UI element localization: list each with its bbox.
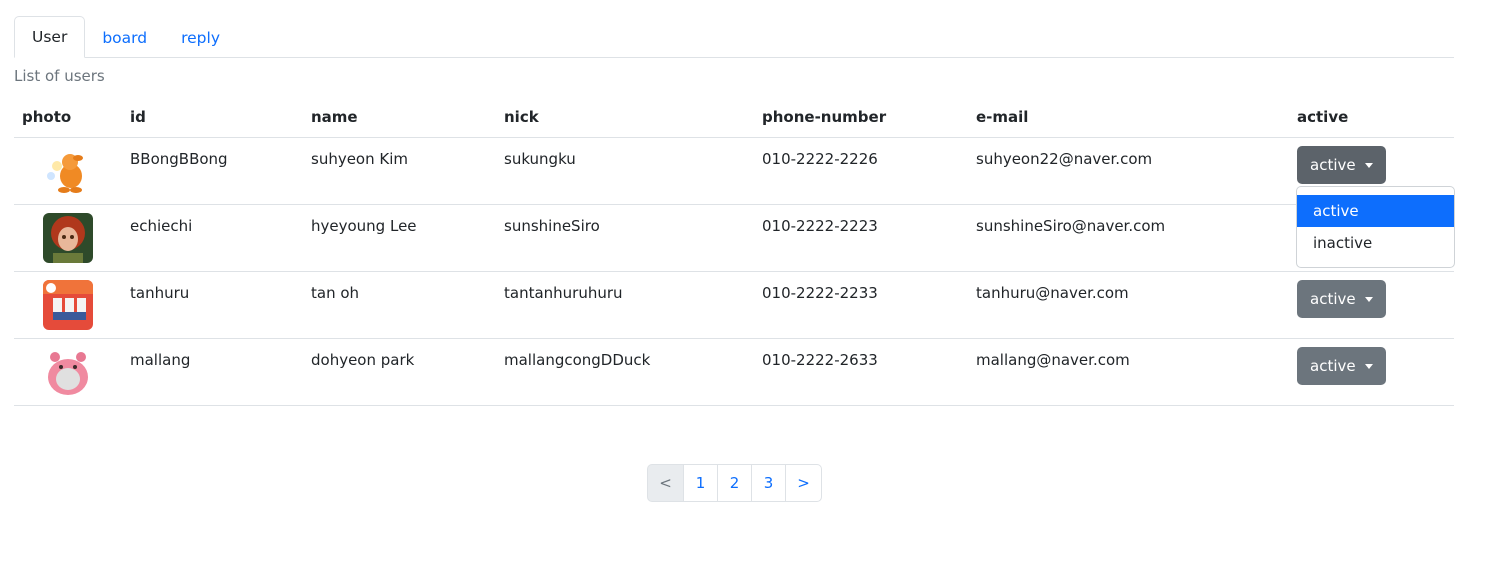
active-dropdown-label: active [1310, 357, 1356, 375]
user-phone: 010-2222-2633 [762, 351, 878, 369]
menu-item-inactive[interactable]: inactive [1297, 227, 1454, 259]
user-nick: tantanhuruhuru [504, 284, 623, 302]
user-id: BBongBBong [130, 150, 228, 168]
user-email: suhyeon22@naver.com [976, 150, 1153, 168]
header-phone-number: phone-number [754, 97, 968, 138]
user-nick: mallangcongDDuck [504, 351, 651, 369]
user-name: hyeyoung Lee [311, 217, 417, 235]
user-nick: sunshineSiro [504, 217, 600, 235]
header-photo: photo [14, 97, 122, 138]
table-row: BBongBBong suhyeon Kim sukungku 010-2222… [14, 137, 1454, 205]
header-id: id [122, 97, 303, 138]
user-email: sunshineSiro@naver.com [976, 217, 1166, 235]
user-nick: sukungku [504, 150, 576, 168]
user-id: tanhuru [130, 284, 190, 302]
next-page-button[interactable]: > [785, 464, 822, 502]
active-dropdown-button[interactable]: active [1297, 347, 1386, 385]
table-row: echiechi hyeyoung Lee sunshineSiro 010-2… [14, 204, 1454, 272]
user-name: tan oh [311, 284, 360, 302]
header-name: name [303, 97, 496, 138]
tab-reply[interactable]: reply [164, 17, 237, 58]
tab-bar: User board reply [14, 15, 1454, 58]
tab-user[interactable]: User [14, 16, 86, 58]
tab-board[interactable]: board [85, 17, 164, 58]
page: User board reply List of users photo id … [0, 0, 1511, 575]
table-row: mallang dohyeon park mallangcongDDuck 01… [14, 338, 1454, 406]
user-id: mallang [130, 351, 191, 369]
table-caption: List of users [14, 67, 105, 85]
caret-down-icon [1364, 296, 1373, 302]
active-dropdown-label: active [1310, 290, 1356, 308]
caret-down-icon [1364, 363, 1373, 369]
user-name: dohyeon park [311, 351, 415, 369]
page-3-button[interactable]: 3 [751, 464, 786, 502]
user-phone: 010-2222-2233 [762, 284, 878, 302]
user-id: echiechi [130, 217, 193, 235]
user-photo [43, 146, 93, 196]
pagination: < 1 2 3 > [647, 464, 822, 502]
header-nick: nick [496, 97, 754, 138]
users-table: photo id name nick phone-number e-mail a… [14, 97, 1454, 406]
menu-item-active[interactable]: active [1297, 195, 1454, 227]
table-row: tanhuru tan oh tantanhuruhuru 010-2222-2… [14, 271, 1454, 339]
user-phone: 010-2222-2223 [762, 217, 878, 235]
user-email: mallang@naver.com [976, 351, 1130, 369]
caret-down-icon [1364, 162, 1373, 168]
user-name: suhyeon Kim [311, 150, 409, 168]
user-photo [43, 280, 93, 330]
table-header-row: photo id name nick phone-number e-mail a… [14, 97, 1454, 138]
header-email: e-mail [968, 97, 1289, 138]
user-photo [43, 347, 93, 397]
prev-page-button[interactable]: < [647, 464, 684, 502]
user-photo [43, 213, 93, 263]
active-dropdown-label: active [1310, 156, 1356, 174]
active-dropdown-menu: active inactive [1296, 186, 1455, 268]
header-active: active [1289, 97, 1454, 138]
page-2-button[interactable]: 2 [717, 464, 752, 502]
active-dropdown-button[interactable]: active [1297, 146, 1386, 184]
user-email: tanhuru@naver.com [976, 284, 1129, 302]
active-dropdown-button[interactable]: active [1297, 280, 1386, 318]
user-phone: 010-2222-2226 [762, 150, 878, 168]
page-1-button[interactable]: 1 [683, 464, 718, 502]
